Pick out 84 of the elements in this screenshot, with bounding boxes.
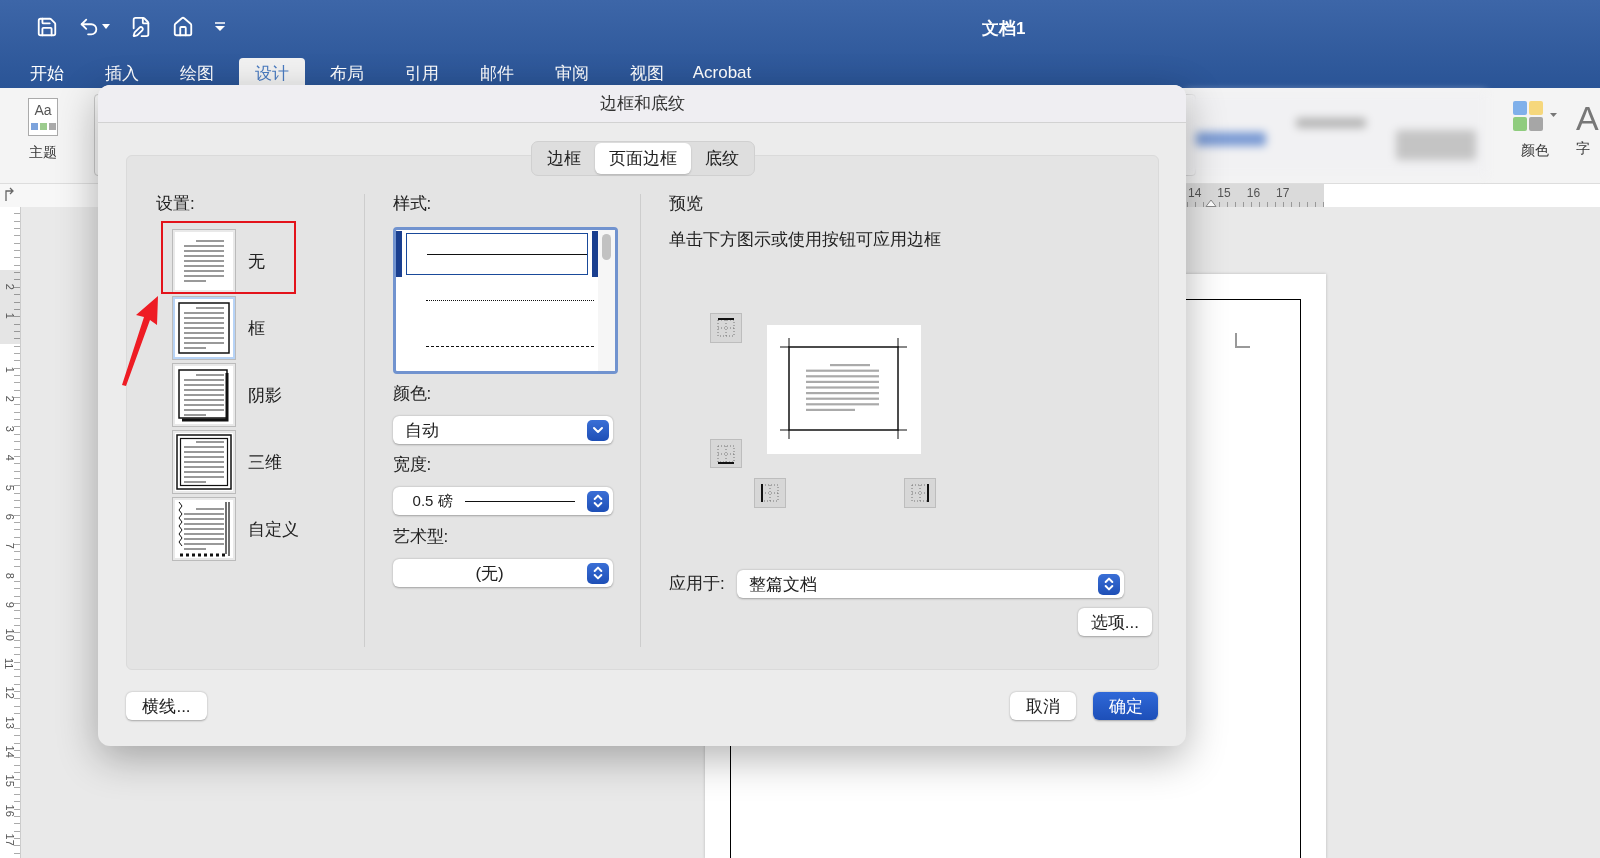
window-title: 文档1 xyxy=(982,18,1026,40)
right-border-button[interactable] xyxy=(904,478,937,508)
ruler-number: 17 xyxy=(3,833,17,847)
customize-toolbar-button[interactable] xyxy=(214,22,226,32)
setting-label: 自定义 xyxy=(248,518,299,541)
ruler-number: 16 xyxy=(1246,185,1261,202)
ruler-number: 10 xyxy=(3,628,17,641)
ribbon-tab[interactable]: 开始 xyxy=(14,58,80,88)
ruler-number: 15 xyxy=(3,775,17,788)
ruler-number: 7 xyxy=(3,543,17,550)
cancel-button[interactable]: 取消 xyxy=(1010,692,1076,720)
ruler-number: 15 xyxy=(1217,185,1231,202)
ruler-number: 11 xyxy=(3,657,17,670)
dialog-title: 边框和底纹 xyxy=(98,85,1186,123)
themes-button[interactable]: Aa 主题 xyxy=(18,98,68,162)
art-select[interactable]: (无) xyxy=(392,559,613,587)
preview-label: 预览 xyxy=(669,194,705,214)
style-label: 样式: xyxy=(392,194,433,214)
caret-icon xyxy=(102,24,110,30)
dialog-tab[interactable]: 页面边框 xyxy=(594,143,691,174)
apply-to-select[interactable]: 整篇文档 xyxy=(736,570,1125,598)
setting-label: 阴影 xyxy=(248,384,282,407)
preview-hint: 单击下方图示或使用按钮可应用边框 xyxy=(669,229,943,251)
ruler-number: 5 xyxy=(3,484,17,491)
line-style-list[interactable] xyxy=(392,227,618,374)
edit-document-button[interactable] xyxy=(130,16,152,38)
left-border-button[interactable] xyxy=(754,478,787,508)
colors-button[interactable]: 颜色 xyxy=(1512,100,1558,160)
ruler-number: 3 xyxy=(3,425,17,432)
ruler-number: 1 xyxy=(3,366,17,373)
fonts-button[interactable]: A 字 xyxy=(1576,100,1600,160)
ribbon-tab[interactable]: Acrobat xyxy=(689,58,755,88)
color-select[interactable]: 自动 xyxy=(392,416,613,444)
border-shadow-icon xyxy=(174,365,234,425)
ruler-number: 14 xyxy=(3,745,17,758)
ruler-number: 8 xyxy=(3,572,17,579)
setting-label: 框 xyxy=(248,317,265,340)
ribbon-tab[interactable]: 插入 xyxy=(89,58,155,88)
ruler-number: 16 xyxy=(3,804,17,817)
ribbon-tab[interactable]: 视图 xyxy=(614,58,680,88)
save-button[interactable] xyxy=(36,16,58,38)
ruler-number: 2 xyxy=(3,396,17,403)
top-border-button[interactable] xyxy=(710,313,743,343)
ribbon-tab[interactable]: 引用 xyxy=(389,58,455,88)
border-preview[interactable] xyxy=(767,325,922,454)
ruler-number: 14 xyxy=(1188,185,1202,202)
ruler-number: 17 xyxy=(1276,185,1290,202)
border-none-icon xyxy=(174,231,234,291)
border-custom-icon xyxy=(174,499,234,559)
art-label: 艺术型: xyxy=(392,527,450,547)
setting-option[interactable] xyxy=(172,430,236,494)
ribbon-tab[interactable]: 设计 xyxy=(239,58,305,88)
border-box-icon xyxy=(174,298,234,358)
setting-label: 三维 xyxy=(248,451,282,474)
width-select[interactable]: 0.5 磅 xyxy=(392,487,613,515)
ribbon-tab[interactable]: 邮件 xyxy=(464,58,530,88)
ruler-number: 6 xyxy=(3,513,17,520)
dialog-tab[interactable]: 底纹 xyxy=(690,143,753,174)
ribbon-tab[interactable]: 布局 xyxy=(314,58,380,88)
undo-button[interactable] xyxy=(78,16,110,38)
ruler-number: 13 xyxy=(3,716,17,729)
ruler-number: 1 xyxy=(3,313,17,320)
ruler-number: 9 xyxy=(3,601,17,608)
color-label: 颜色: xyxy=(392,384,433,404)
ruler-number: 2 xyxy=(3,283,17,290)
margin-corner-icon xyxy=(1234,333,1250,349)
dialog-tab[interactable]: 边框 xyxy=(532,143,595,174)
setting-option[interactable] xyxy=(172,363,236,427)
options-button[interactable]: 选项... xyxy=(1077,608,1152,636)
home-button[interactable] xyxy=(172,16,194,38)
horizontal-line-button[interactable]: 横线... xyxy=(126,692,207,720)
ribbon-tab[interactable]: 审阅 xyxy=(539,58,605,88)
apply-to-label: 应用于: xyxy=(669,574,725,594)
ruler-number: 4 xyxy=(3,454,17,461)
setting-option[interactable] xyxy=(172,296,236,360)
bottom-border-button[interactable] xyxy=(710,439,743,468)
border-dimensional-icon xyxy=(174,432,234,492)
width-label: 宽度: xyxy=(392,455,433,475)
ribbon-tab[interactable]: 绘图 xyxy=(164,58,230,88)
setting-label: 设置: xyxy=(156,194,196,214)
ruler-number: 12 xyxy=(3,686,17,700)
scrollbar[interactable] xyxy=(597,230,615,371)
setting-label: 无 xyxy=(248,250,265,273)
ok-button[interactable]: 确定 xyxy=(1093,692,1158,720)
